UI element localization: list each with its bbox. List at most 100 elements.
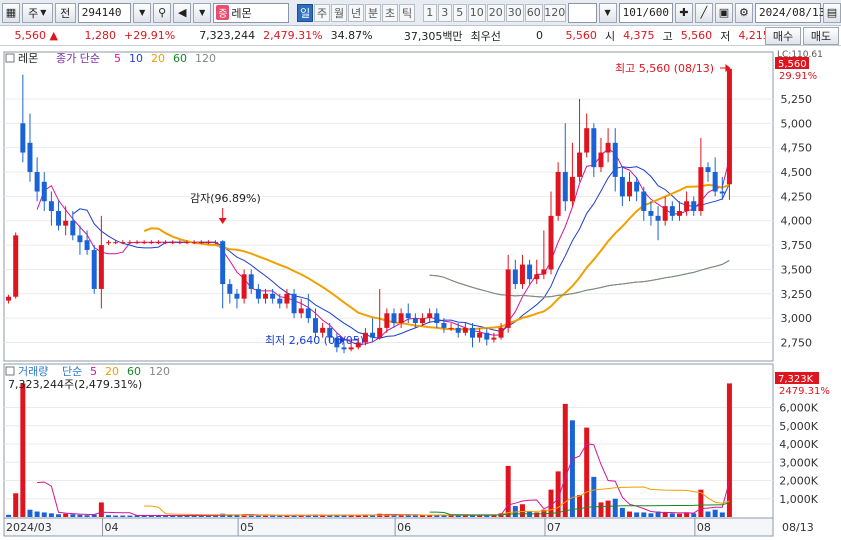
panel-toggle-icon[interactable] [5, 53, 15, 63]
candle-body [684, 201, 690, 211]
candle-body [534, 274, 540, 280]
candle-body [270, 293, 276, 299]
image-icon[interactable]: ▣ [714, 2, 733, 23]
period-tab-분[interactable]: 분 [365, 3, 382, 22]
crosshair-icon[interactable]: ✚ [674, 2, 693, 23]
pref-label: 최우선 [470, 29, 501, 43]
code-dropdown-icon[interactable]: ▼ [133, 2, 152, 23]
x-axis-label: 04 [104, 521, 118, 534]
ma-legend-120: 120 [195, 52, 216, 65]
volume-bar [562, 403, 568, 517]
date-input[interactable]: 2024/08/13 [754, 2, 825, 23]
candle-body [577, 152, 583, 177]
volume-toggle-icon[interactable] [5, 366, 15, 376]
price-tick-label: 2,750 [781, 337, 813, 350]
stock-chart[interactable]: 5,250 5,000 4,750 4,500 4,250 4,000 3,750 3,500… [0, 48, 841, 537]
candle-body [320, 327, 326, 333]
candle-body [455, 327, 461, 333]
candle-body [234, 293, 240, 299]
draw-tools-icon[interactable]: ╱ [694, 2, 713, 23]
sell-button[interactable]: 매도 [803, 27, 839, 45]
minute-dropdown-icon[interactable]: ▼ [598, 2, 617, 23]
sound-dropdown-icon[interactable]: ▼ [193, 2, 212, 23]
candle-body [662, 206, 668, 221]
chart-type-select[interactable]: 주 ▼ [22, 2, 53, 23]
minute-option-30[interactable]: 30 [505, 3, 524, 22]
minute-option-10[interactable]: 10 [467, 3, 486, 22]
period-tab-년[interactable]: 년 [348, 3, 365, 22]
stock-name-field[interactable]: 증 레몬 [213, 2, 290, 23]
lc-label: LC:110.61 [777, 50, 823, 60]
minute-option-120[interactable]: 120 [543, 3, 566, 22]
candle-body [427, 313, 433, 319]
volume-tag: 7,323K [778, 374, 814, 385]
code-input[interactable]: 294140 [77, 2, 132, 23]
volume-tick-label: 3,000K [779, 456, 818, 469]
period-tab-주[interactable]: 주 [314, 3, 331, 22]
price-tick-label: 4,250 [781, 190, 813, 203]
period-tab-일[interactable]: 일 [297, 3, 314, 22]
candle-body [726, 68, 732, 185]
minute-input[interactable] [567, 2, 597, 23]
period-tab-초[interactable]: 초 [382, 3, 399, 22]
minute-option-3[interactable]: 3 [437, 3, 452, 22]
market-select[interactable]: 전 [54, 2, 76, 23]
x-axis-right-label: 08/13 [782, 521, 814, 534]
candle-body [34, 172, 40, 192]
candle-body [412, 318, 418, 324]
candle-body [441, 323, 447, 328]
volume-bar [20, 383, 26, 517]
speaker-icon[interactable]: ◀ [173, 2, 192, 23]
volume-ma-legend-120: 120 [149, 365, 170, 378]
chart-area[interactable]: 5,250 5,000 4,750 4,500 4,250 4,000 3,750 3,500… [0, 48, 841, 537]
candle-body [512, 269, 518, 285]
minute-option-20[interactable]: 20 [486, 3, 505, 22]
volume-bar [584, 427, 590, 517]
volume-bar [98, 502, 104, 517]
price-tick-label: 4,750 [781, 142, 813, 155]
volume: 7,323,244 [199, 29, 256, 42]
minute-option-60[interactable]: 60 [524, 3, 543, 22]
candle-body [163, 242, 169, 244]
minute-option-5[interactable]: 5 [452, 3, 467, 22]
candle-body [548, 215, 554, 270]
period-tab-틱[interactable]: 틱 [399, 3, 416, 22]
candle-body [641, 191, 647, 211]
candle-body [98, 245, 104, 289]
candle-body [505, 269, 511, 328]
price-tick-label: 3,500 [781, 263, 813, 276]
volume-ma-legend-5: 5 [90, 365, 97, 378]
calendar-icon[interactable]: ▤ [822, 2, 841, 23]
volume-bar [34, 511, 40, 517]
volume-bar [719, 512, 725, 517]
candle-body [448, 327, 454, 329]
price-tick-label: 3,250 [781, 288, 813, 301]
candle-body [63, 220, 69, 226]
price-change: 1,280 [84, 29, 117, 42]
minute-option-1[interactable]: 1 [422, 3, 437, 22]
gear-icon[interactable]: ⚙ [734, 2, 753, 23]
candle-body [134, 242, 140, 244]
period-tab-월[interactable]: 월 [331, 3, 348, 22]
search-icon[interactable]: ⚲ [153, 2, 172, 23]
candle-body [298, 308, 304, 314]
page-counter: 101/600 [618, 2, 673, 23]
volume-bar [669, 513, 675, 517]
toolbar: ▦ 주 ▼ 전 294140 ▼ ⚲ ◀ ▼ 증 레몬 일주월년분초틱 1 3 5 10… [0, 0, 841, 26]
x-axis-bar [3, 517, 774, 537]
candle-body [241, 274, 247, 299]
layout-icon[interactable]: ▦ [2, 2, 20, 23]
candle-body [341, 347, 347, 350]
ma-legend-60: 60 [173, 52, 187, 65]
candle-body [612, 142, 618, 177]
buy-button[interactable]: 매수 [765, 27, 801, 45]
candle-body [634, 181, 640, 192]
volume-bar [634, 512, 640, 517]
candle-body [191, 242, 197, 244]
price-tick-label: 5,000 [781, 117, 813, 130]
low-label: 저 [720, 29, 731, 43]
up-arrow-icon: ▲ [49, 29, 58, 42]
candle-body [584, 128, 590, 153]
open-price: 4,375 [623, 29, 655, 42]
volume-bar [41, 512, 47, 517]
